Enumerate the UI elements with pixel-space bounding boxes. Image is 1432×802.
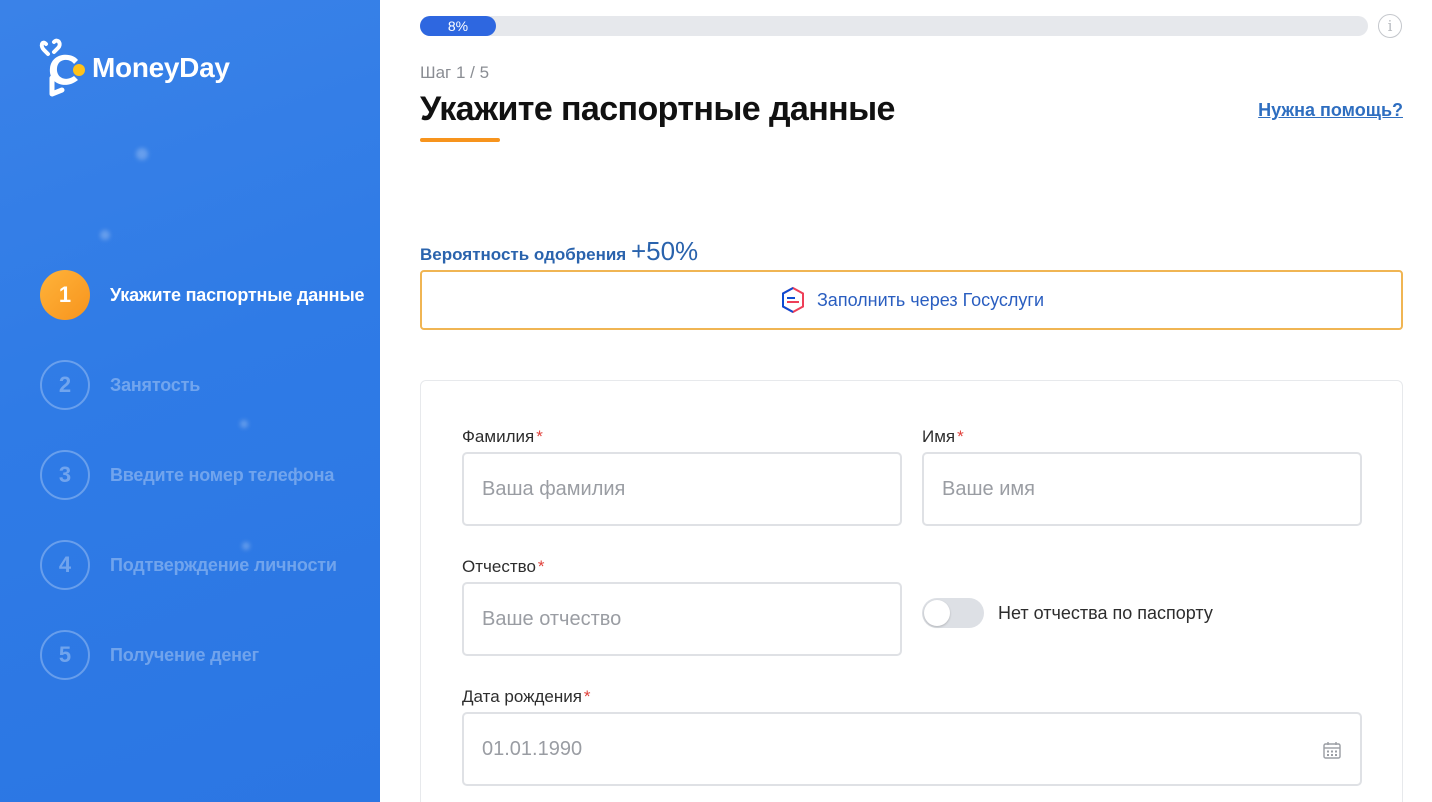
title-underline bbox=[420, 138, 500, 142]
sidebar: MoneyDay 1 Укажите паспортные данные 2 З… bbox=[0, 0, 380, 802]
gosuslugi-button[interactable]: Заполнить через Госуслуги bbox=[420, 270, 1403, 330]
middle-name-input[interactable] bbox=[462, 582, 902, 656]
no-middle-name-toggle[interactable] bbox=[922, 598, 984, 628]
step-item-identity[interactable]: 4 Подтверждение личности bbox=[40, 540, 364, 590]
step-label: Получение денег bbox=[110, 644, 259, 665]
first-name-label: Имя * bbox=[922, 427, 964, 446]
info-icon[interactable]: i bbox=[1378, 14, 1402, 38]
moneyday-logo-icon bbox=[39, 38, 85, 97]
required-mark: * bbox=[583, 687, 591, 706]
step-number: 2 bbox=[40, 360, 90, 410]
step-number: 5 bbox=[40, 630, 90, 680]
birth-date-input[interactable] bbox=[462, 712, 1362, 786]
background-sparkle bbox=[100, 230, 110, 240]
step-item-payout[interactable]: 5 Получение денег bbox=[40, 630, 364, 680]
page-title: Укажите паспортные данные bbox=[420, 90, 895, 128]
step-item-phone[interactable]: 3 Введите номер телефона bbox=[40, 450, 364, 500]
birth-date-label: Дата рождения * bbox=[462, 687, 591, 706]
step-item-employment[interactable]: 2 Занятость bbox=[40, 360, 364, 410]
required-mark: * bbox=[537, 557, 545, 576]
progress-fill: 8% bbox=[420, 16, 496, 36]
step-label: Подтверждение личности bbox=[110, 554, 337, 575]
step-number: 1 bbox=[40, 270, 90, 320]
last-name-input[interactable] bbox=[462, 452, 902, 526]
approval-probability: Вероятность одобрения +50% bbox=[420, 236, 698, 267]
last-name-field: Фамилия * bbox=[462, 424, 902, 526]
progress-bar: 8% bbox=[420, 16, 1368, 36]
help-link[interactable]: Нужна помощь? bbox=[1258, 100, 1403, 121]
no-middle-name-toggle-row: Нет отчества по паспорту bbox=[922, 598, 1213, 628]
step-list: 1 Укажите паспортные данные 2 Занятость … bbox=[40, 270, 365, 720]
calendar-icon[interactable] bbox=[1322, 740, 1342, 760]
brand-logo[interactable]: MoneyDay bbox=[38, 38, 230, 98]
step-counter: Шаг 1 / 5 bbox=[420, 63, 490, 82]
brand-name: MoneyDay bbox=[92, 52, 230, 83]
required-mark: * bbox=[536, 427, 543, 446]
gosuslugi-label: Заполнить через Госуслуги bbox=[816, 289, 1045, 310]
step-item-passport[interactable]: 1 Укажите паспортные данные bbox=[40, 270, 365, 320]
gosuslugi-icon bbox=[781, 286, 804, 314]
passport-form: Фамилия* Имя* Отчество* Нет отчества по … bbox=[420, 380, 1403, 802]
progress-label: 8% bbox=[447, 18, 469, 34]
no-middle-name-label: Нет отчества по паспорту bbox=[998, 602, 1213, 623]
background-sparkle bbox=[136, 148, 148, 160]
approval-label: Вероятность одобрения bbox=[420, 245, 627, 264]
first-name-field: Имя * bbox=[922, 424, 1362, 526]
step-label: Укажите паспортные данные bbox=[110, 284, 365, 305]
first-name-input[interactable] bbox=[922, 452, 1362, 526]
step-label: Занятость bbox=[110, 374, 201, 395]
step-number: 3 bbox=[40, 450, 90, 500]
step-label: Введите номер телефона bbox=[110, 464, 335, 485]
birth-date-field: Дата рождения * bbox=[462, 684, 1362, 786]
step-number: 4 bbox=[40, 540, 90, 590]
required-mark: * bbox=[957, 427, 964, 446]
toggle-knob bbox=[924, 600, 950, 626]
last-name-label: Фамилия * bbox=[462, 427, 543, 446]
main-content: 8% i Шаг 1 / 5 Укажите паспортные данные… bbox=[420, 0, 1403, 802]
middle-name-label: Отчество * bbox=[462, 557, 545, 576]
approval-value: +50% bbox=[630, 236, 699, 266]
middle-name-field: Отчество * bbox=[462, 554, 902, 656]
